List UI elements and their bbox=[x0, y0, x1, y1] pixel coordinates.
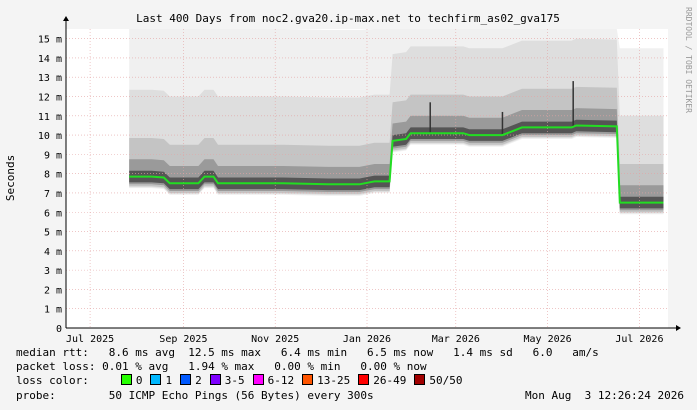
x-tick-label: Jul 2025 bbox=[66, 334, 114, 345]
loss-color-swatch bbox=[120, 374, 132, 385]
loss-label: packet loss: bbox=[16, 360, 96, 373]
x-tick-label: Jul 2026 bbox=[615, 334, 663, 345]
loss-color-text: 6-12 bbox=[267, 374, 295, 387]
loss-color-swatch bbox=[358, 374, 370, 385]
loss-color-legend: loss color: 0 1 2 3-5 6-12 13-25 26-49 50/50 bbox=[16, 374, 470, 387]
y-tick-label: 14 m bbox=[38, 54, 62, 65]
watermark: RRDTOOL / TOBI OETIKER bbox=[684, 7, 693, 113]
x-tick-label: Mar 2026 bbox=[432, 334, 480, 345]
y-tick-label: 1 m bbox=[44, 305, 62, 316]
loss-color-swatch bbox=[252, 374, 264, 385]
y-tick-label: 2 m bbox=[44, 285, 62, 296]
median-label: median rtt: bbox=[16, 346, 89, 359]
probe-line: probe: 50 ICMP Echo Pings (56 Bytes) eve… bbox=[16, 389, 684, 402]
loss-stats-line: packet loss: 0.01 % avg 1.94 % max 0.00 … bbox=[16, 360, 427, 373]
loss-color-item: 1 bbox=[150, 374, 172, 387]
loss-color-text: 3-5 bbox=[224, 374, 245, 387]
x-tick-label: Nov 2025 bbox=[251, 334, 299, 345]
timestamp: Mon Aug 3 12:26:24 2026 bbox=[525, 389, 684, 402]
loss-color-swatch bbox=[414, 374, 426, 385]
loss-color-text: 2 bbox=[195, 374, 202, 387]
loss-color-item: 26-49 bbox=[358, 374, 406, 387]
loss-color-text: 1 bbox=[165, 374, 173, 387]
probe-text: 50 ICMP Echo Pings (56 Bytes) every 300s bbox=[55, 389, 374, 402]
loss-color-item: 3-5 bbox=[209, 374, 245, 387]
median-values: 8.6 ms avg 12.5 ms max 6.4 ms min 6.5 ms… bbox=[88, 346, 599, 359]
median-stats-line: median rtt: 8.6 ms avg 12.5 ms max 6.4 m… bbox=[16, 346, 599, 359]
probe-label: probe: bbox=[16, 389, 56, 402]
x-tick-label: May 2026 bbox=[524, 334, 572, 345]
loss-color-swatch bbox=[209, 374, 221, 385]
y-axis-label: Seconds bbox=[4, 155, 17, 201]
y-tick-label: 6 m bbox=[44, 208, 62, 219]
y-tick-label: 5 m bbox=[44, 228, 62, 239]
y-tick-label: 4 m bbox=[44, 247, 62, 258]
y-tick-label: 7 m bbox=[44, 189, 62, 200]
loss-color-swatch bbox=[180, 374, 192, 385]
loss-color-swatch bbox=[150, 374, 162, 385]
x-tick-label: Sep 2025 bbox=[159, 334, 207, 345]
y-tick-label: 12 m bbox=[38, 93, 62, 104]
loss-color-text: 26-49 bbox=[373, 374, 407, 387]
loss-color-swatch bbox=[302, 374, 314, 385]
y-tick-label: 15 m bbox=[38, 35, 62, 46]
loss-values: 0.01 % avg 1.94 % max 0.00 % min 0.00 % … bbox=[95, 360, 427, 373]
loss-color-item: 2 bbox=[180, 374, 202, 387]
y-tick-label: 10 m bbox=[38, 131, 62, 142]
loss-color-item: 50/50 bbox=[414, 374, 462, 387]
loss-color-label: loss color: bbox=[16, 374, 89, 387]
y-tick-label: 13 m bbox=[38, 73, 62, 84]
y-tick-label: 11 m bbox=[38, 112, 62, 123]
x-tick-label: Jan 2026 bbox=[343, 334, 391, 345]
y-tick-label: 3 m bbox=[44, 266, 62, 277]
y-tick-label: 8 m bbox=[44, 170, 62, 181]
loss-color-item: 6-12 bbox=[252, 374, 295, 387]
loss-color-text: 0 bbox=[135, 374, 143, 387]
plot-area: 0 1 m 2 m 3 m 4 m 5 m 6 m 7 m 8 m 9 m 10 m 11 m 12 m… bbox=[38, 16, 681, 345]
loss-color-item: 0 bbox=[120, 374, 143, 387]
chart-title: Last 400 Days from noc2.gva20.ip-max.net… bbox=[136, 12, 560, 25]
smokeping-graph: Last 400 Days from noc2.gva20.ip-max.net… bbox=[0, 0, 697, 410]
y-tick-label: 0 bbox=[56, 324, 62, 335]
y-tick-label: 9 m bbox=[44, 150, 62, 161]
loss-color-text: 50/50 bbox=[429, 374, 463, 387]
loss-color-text: 13-25 bbox=[317, 374, 351, 387]
loss-color-item: 13-25 bbox=[302, 374, 350, 387]
